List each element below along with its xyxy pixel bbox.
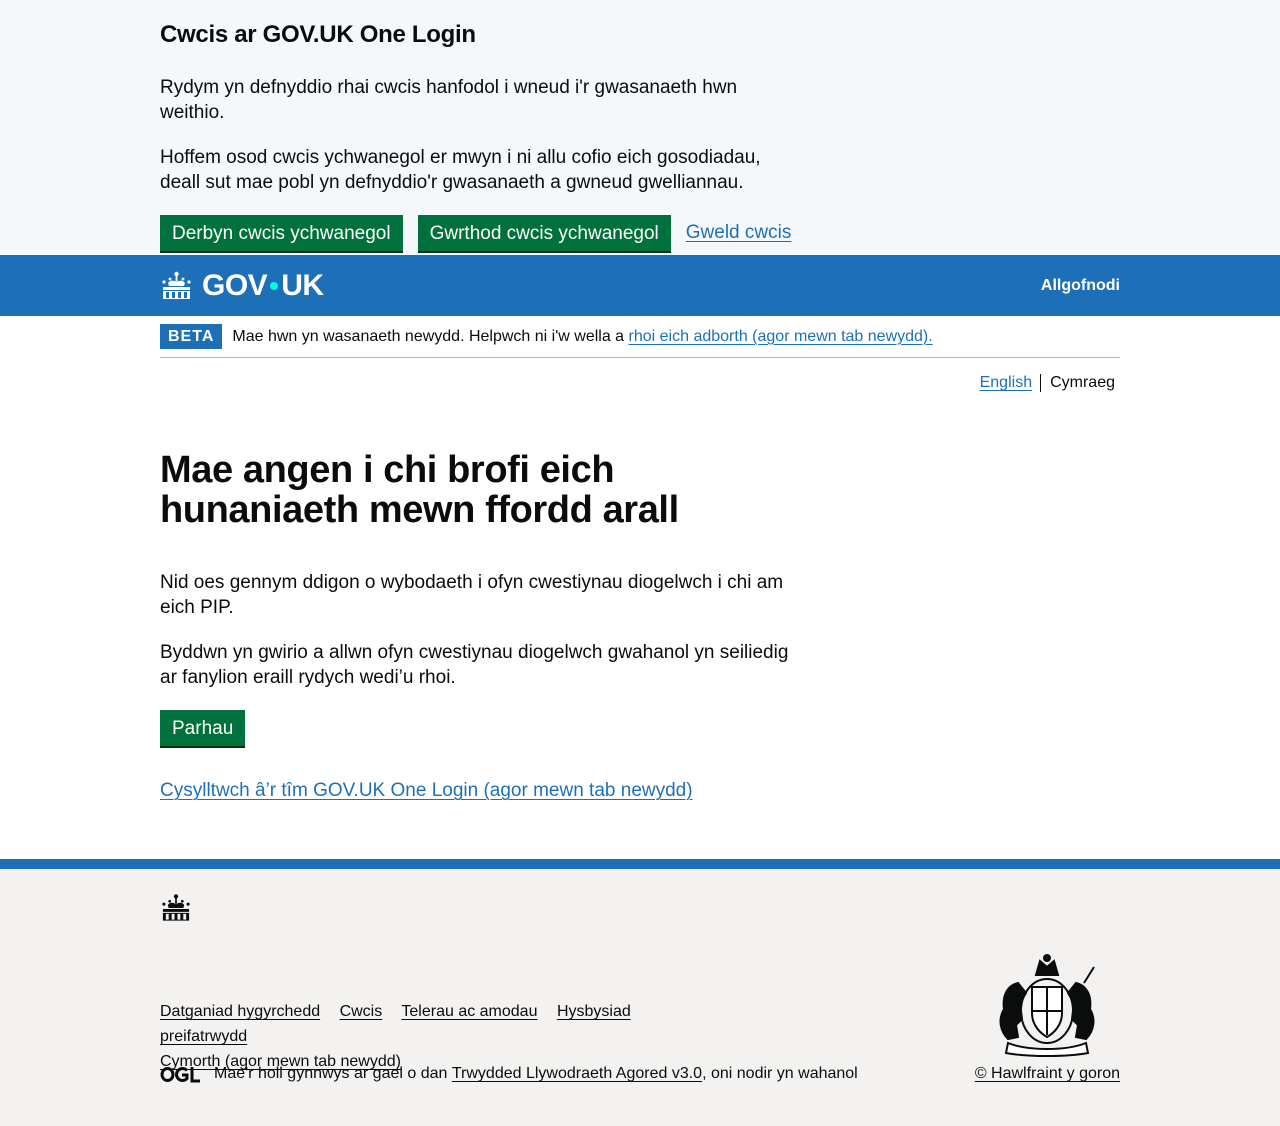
site-header: GOV UK Allgofnodi: [0, 255, 1280, 316]
footer-link-terms[interactable]: Telerau ac amodau: [401, 1003, 537, 1020]
footer-links: Datganiad hygyrchedd Cwcis Telerau ac am…: [160, 999, 720, 1074]
sign-out-link[interactable]: Allgofnodi: [1041, 277, 1120, 295]
cookie-banner-actions: Derbyn cwcis ychwanegol Gwrthod cwcis yc…: [160, 215, 1120, 251]
contact-team-link[interactable]: Cysylltwch â’r tîm GOV.UK One Login (ago…: [160, 780, 693, 802]
govuk-logotype: GOV UK: [202, 269, 324, 303]
logo-uk-text: UK: [281, 268, 324, 302]
copyright: © Hawlfraint y goron: [975, 1065, 1120, 1083]
beta-tag: BETA: [160, 324, 223, 349]
govuk-logo-link[interactable]: GOV UK: [160, 269, 324, 303]
footer-link-cookies[interactable]: Cwcis: [340, 1003, 383, 1020]
crown-copyright-link[interactable]: © Hawlfraint y goron: [975, 1065, 1120, 1082]
language-welsh-current: Cymraeg: [1050, 374, 1115, 391]
ogl-logo-icon: [160, 1066, 200, 1082]
logo-dot-icon: [270, 281, 279, 290]
phase-banner-message: Mae hwn yn wasanaeth newydd. Helpwch ni …: [232, 327, 629, 345]
license-prefix: Mae'r holl gynnwys ar gael o dan: [214, 1065, 448, 1082]
language-english-link[interactable]: English: [980, 374, 1042, 392]
phase-banner-text: Mae hwn yn wasanaeth newydd. Helpwch ni …: [232, 327, 932, 347]
continue-button[interactable]: Parhau: [160, 710, 246, 746]
feedback-link[interactable]: rhoi eich adborth (agor mewn tab newydd)…: [629, 328, 933, 345]
body-paragraph-1: Nid oes gennym ddigon o wybodaeth i ofyn…: [160, 572, 784, 618]
language-toggle: English Cymraeg: [160, 374, 1120, 392]
license-suffix: , oni nodir yn wahanol: [702, 1065, 858, 1082]
footer-license: Mae'r holl gynnwys ar gael o dan Trwydde…: [160, 1065, 858, 1083]
cookie-banner: Cwcis ar GOV.UK One Login Rydym yn defny…: [0, 0, 1280, 255]
phase-banner: BETA Mae hwn yn wasanaeth newydd. Helpwc…: [160, 316, 1120, 358]
royal-coat-of-arms-icon: [999, 954, 1095, 1057]
cookie-banner-text-essential: Rydym yn defnyddio rhai cwcis hanfodol i…: [160, 77, 738, 123]
accept-cookies-button[interactable]: Derbyn cwcis ychwanegol: [160, 215, 403, 251]
page-title: Mae angen i chi brofi eich hunaniaeth me…: [160, 449, 679, 531]
cookie-banner-title: Cwcis ar GOV.UK One Login: [160, 21, 476, 48]
logo-gov-text: GOV: [202, 268, 268, 302]
license-link[interactable]: Trwydded Llywodraeth Agored v3.0: [452, 1065, 702, 1083]
body-paragraph-2: Byddwn yn gwirio a allwn ofyn cwestiynau…: [160, 642, 789, 688]
view-cookies-link[interactable]: Gweld cwcis: [686, 222, 792, 244]
reject-cookies-button[interactable]: Gwrthod cwcis ychwanegol: [417, 215, 671, 251]
site-footer: Datganiad hygyrchedd Cwcis Telerau ac am…: [0, 859, 1280, 1126]
crown-icon: [162, 894, 190, 921]
cookie-banner-text-additional: Hoffem osod cwcis ychwanegol er mwyn i n…: [160, 147, 761, 193]
crown-icon: [162, 271, 191, 299]
main-content: Mae angen i chi brofi eich hunaniaeth me…: [160, 392, 1120, 802]
footer-link-accessibility[interactable]: Datganiad hygyrchedd: [160, 1003, 320, 1020]
